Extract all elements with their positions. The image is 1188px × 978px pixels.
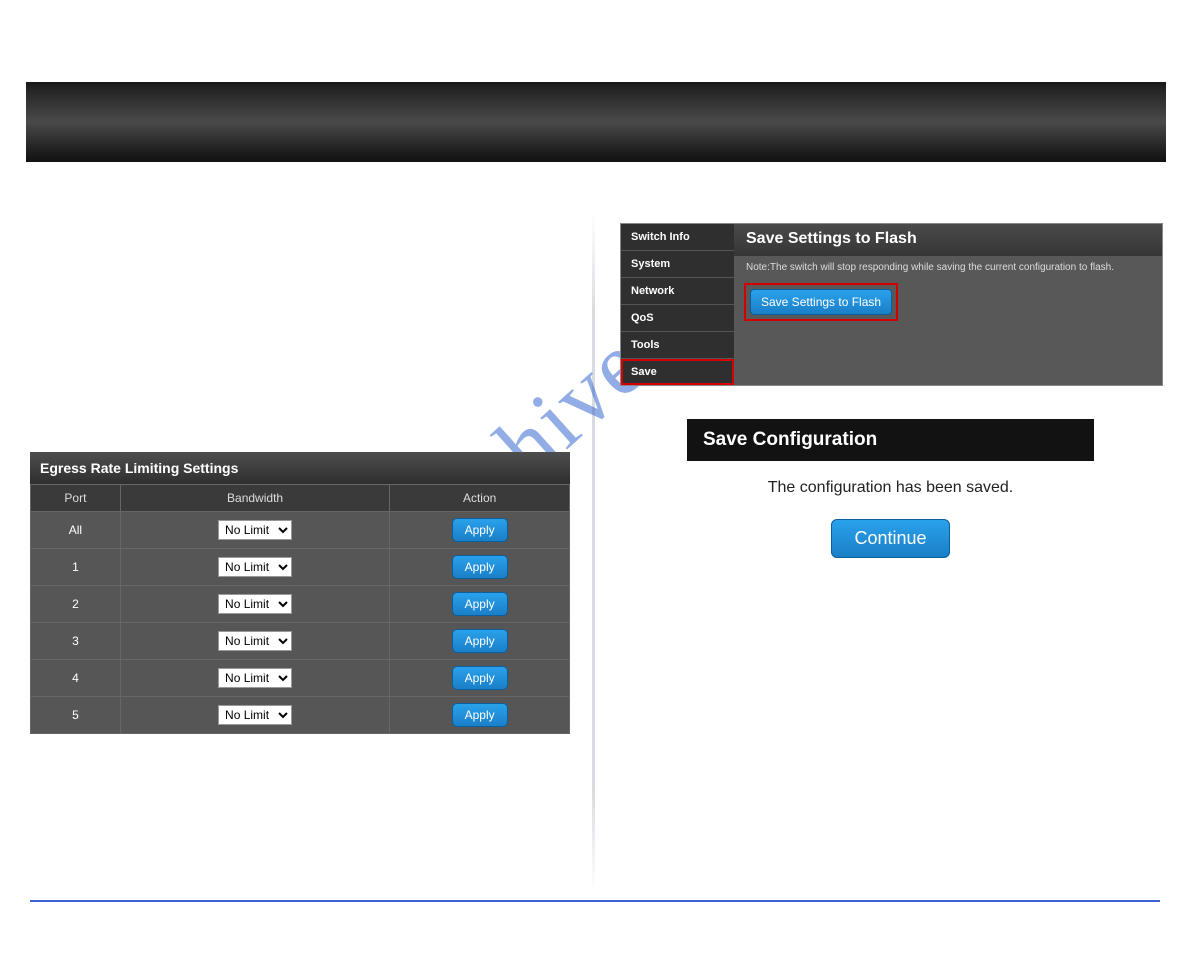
apply-button[interactable]: Apply [452, 703, 508, 727]
save-to-flash-button[interactable]: Save Settings to Flash [750, 289, 892, 315]
save-config-panel: Save Configuration The configuration has… [687, 419, 1094, 589]
bottom-rule [30, 900, 1160, 902]
sidebar-item-network[interactable]: Network [621, 278, 734, 305]
flash-content: Save Settings to Flash Note:The switch w… [734, 224, 1162, 385]
flash-panel: Switch Info System Network QoS Tools Sav… [620, 223, 1163, 386]
egress-table: Port Bandwidth Action All No Limit Apply… [30, 484, 570, 734]
sidebar-item-save[interactable]: Save [621, 359, 734, 385]
port-cell: 3 [31, 623, 121, 660]
sidebar-item-system[interactable]: System [621, 251, 734, 278]
table-row: 5 No Limit Apply [31, 697, 570, 734]
port-cell: 1 [31, 549, 121, 586]
apply-button[interactable]: Apply [452, 666, 508, 690]
sidebar-item-qos[interactable]: QoS [621, 305, 734, 332]
table-row: 3 No Limit Apply [31, 623, 570, 660]
table-row: 1 No Limit Apply [31, 549, 570, 586]
continue-button[interactable]: Continue [831, 519, 949, 558]
table-row: 2 No Limit Apply [31, 586, 570, 623]
sidebar-item-tools[interactable]: Tools [621, 332, 734, 359]
bandwidth-select[interactable]: No Limit [218, 668, 292, 688]
port-cell: 4 [31, 660, 121, 697]
col-bandwidth: Bandwidth [120, 485, 389, 512]
flash-sidebar: Switch Info System Network QoS Tools Sav… [621, 224, 734, 385]
egress-title: Egress Rate Limiting Settings [30, 452, 570, 484]
column-divider [592, 212, 595, 892]
flash-note: Note:The switch will stop responding whi… [734, 256, 1162, 283]
table-row: 4 No Limit Apply [31, 660, 570, 697]
apply-button[interactable]: Apply [452, 518, 508, 542]
egress-settings-panel: Egress Rate Limiting Settings Port Bandw… [30, 452, 570, 734]
apply-button[interactable]: Apply [452, 555, 508, 579]
port-cell: All [31, 512, 121, 549]
apply-button[interactable]: Apply [452, 592, 508, 616]
header-band [26, 82, 1166, 162]
apply-button[interactable]: Apply [452, 629, 508, 653]
table-row: All No Limit Apply [31, 512, 570, 549]
bandwidth-select[interactable]: No Limit [218, 520, 292, 540]
bandwidth-select[interactable]: No Limit [218, 631, 292, 651]
flash-title: Save Settings to Flash [734, 224, 1162, 256]
col-action: Action [390, 485, 570, 512]
bandwidth-select[interactable]: No Limit [218, 705, 292, 725]
bandwidth-select[interactable]: No Limit [218, 557, 292, 577]
save-config-title: Save Configuration [687, 419, 1094, 461]
sidebar-item-switch-info[interactable]: Switch Info [621, 224, 734, 251]
save-config-message: The configuration has been saved. [687, 479, 1094, 497]
bandwidth-select[interactable]: No Limit [218, 594, 292, 614]
port-cell: 5 [31, 697, 121, 734]
port-cell: 2 [31, 586, 121, 623]
flash-button-highlight: Save Settings to Flash [744, 283, 898, 321]
col-port: Port [31, 485, 121, 512]
